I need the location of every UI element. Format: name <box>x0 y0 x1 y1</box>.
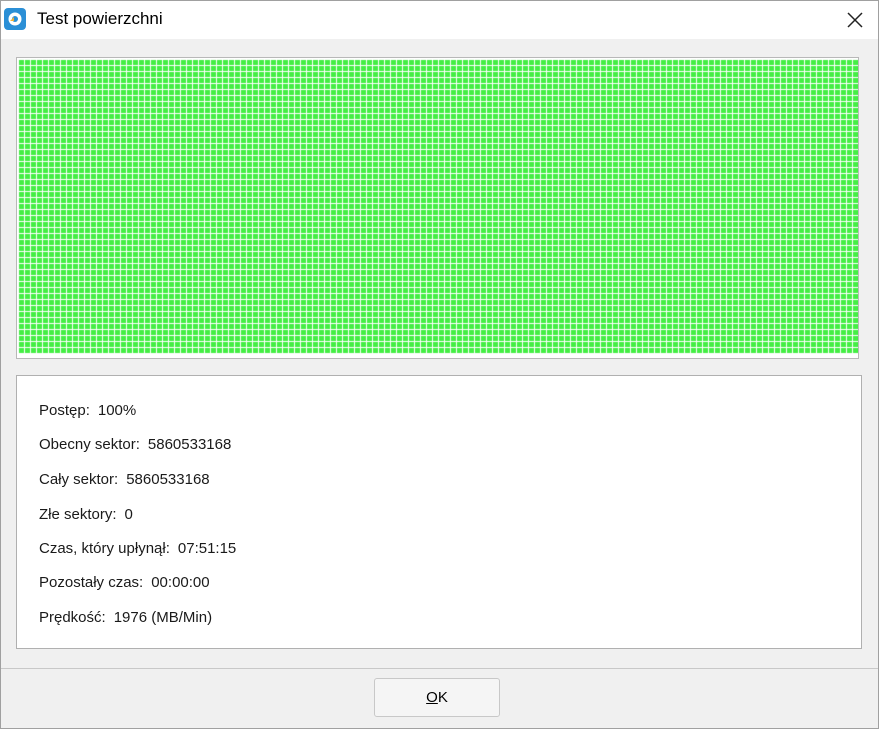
speed-row: Prędkość: 1976 (MB/Min) <box>39 609 212 626</box>
surface-grid <box>18 59 858 358</box>
current-sector-label: Obecny sektor: <box>39 436 140 453</box>
bad-sectors-label: Złe sektory: <box>39 506 117 523</box>
elapsed-label: Czas, który upłynął: <box>39 540 170 557</box>
surface-test-dialog: Test powierzchni Postęp: 100% Obecny sekt… <box>0 0 879 729</box>
speed-value: 1976 (MB/Min) <box>113 609 213 626</box>
app-icon <box>4 8 26 30</box>
surface-map <box>16 57 859 359</box>
bad-sectors-row: Złe sektory: 0 <box>39 506 133 523</box>
window-title: Test powierzchni <box>37 9 163 28</box>
ok-accel-letter: O <box>426 689 438 706</box>
info-panel: Postęp: 100% Obecny sektor: 5860533168 Cał… <box>16 375 862 649</box>
footer-separator <box>1 668 878 669</box>
remaining-label: Pozostały czas: <box>39 574 144 591</box>
remaining-value: 00:00:00 <box>151 574 210 591</box>
total-sectors-value: 5860533168 <box>126 471 210 488</box>
total-sectors-row: Cały sektor: 5860533168 <box>39 471 210 488</box>
current-sector-row: Obecny sektor: 5860533168 <box>39 436 231 453</box>
progress-row: Postęp: 100% <box>39 402 136 419</box>
elapsed-value: 07:51:15 <box>177 540 237 557</box>
remaining-row: Pozostały czas: 00:00:00 <box>39 574 210 591</box>
current-sector-value: 5860533168 <box>147 436 232 453</box>
title-bar[interactable]: Test powierzchni <box>1 1 878 39</box>
bad-sectors-value: 0 <box>124 506 133 523</box>
ok-button[interactable]: OK <box>374 678 500 717</box>
elapsed-row: Czas, który upłynął: 07:51:15 <box>39 540 236 557</box>
close-button[interactable] <box>832 1 878 39</box>
ok-label-rest: K <box>437 689 448 706</box>
total-sectors-label: Cały sektor: <box>39 471 119 488</box>
progress-value: 100% <box>97 402 137 419</box>
speed-label: Prędkość: <box>39 609 106 626</box>
progress-label: Postęp: <box>39 402 90 419</box>
close-icon <box>847 12 863 28</box>
